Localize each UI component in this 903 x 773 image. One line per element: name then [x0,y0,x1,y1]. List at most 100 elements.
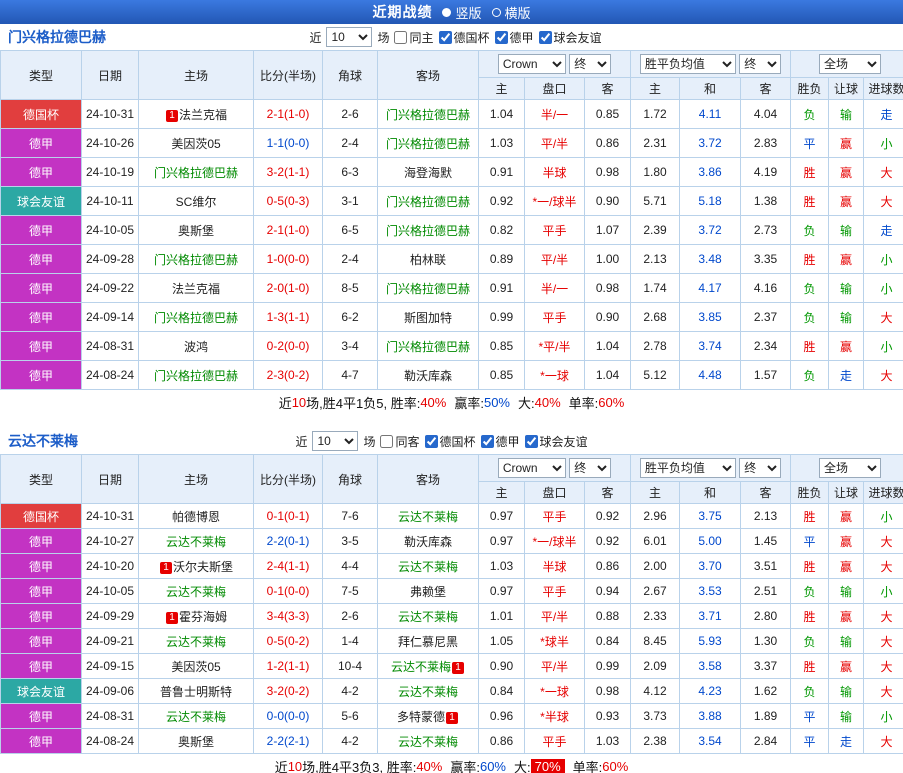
avg-select[interactable]: 胜平负均值 [639,458,736,478]
red-card-badge: 1 [165,611,178,624]
avg-draw-odds: 3.88 [679,703,742,729]
odds-final-select[interactable]: 终 [569,458,612,478]
match-type: 德甲 [0,302,82,332]
cup-checkbox[interactable] [424,434,438,448]
col-handicap-result: 让球 [828,77,865,100]
col-handicap: 盘口 [524,481,585,504]
match-row: 德国杯 24-10-31 帕德博恩 0-1(0-1) 7-6 云达不莱梅 0.97 平手 0.9… [0,503,903,529]
away-team: 门兴格拉德巴赫 [377,128,479,158]
odds-away: 1.07 [583,215,632,245]
friendly-filter[interactable]: 球会友谊 [538,29,602,46]
team-name: 奥斯堡 [177,734,214,749]
big-rate-label: 大: [514,759,531,773]
match-row: 德甲 24-08-24 奥斯堡 2-2(2-1) 4-2 云达不莱梅 0.86 平手 1.03 2… [0,728,903,754]
section-header-2: 云达不莱梅 近 10 场 同客 德国杯 德甲 球会友谊 [0,428,903,454]
avg-draw-odds: 3.86 [679,157,742,187]
col-goals-result: 进球数 [863,481,903,504]
col-away: 客场 [377,50,479,100]
match-score: 0-1(0-0) [253,578,323,604]
group-header-row: 类型 日期 主场 比分(半场) 角球 客场 Crown 终 胜平负均值 终 全场 [0,50,903,100]
match-date: 24-08-31 [81,331,139,361]
friendly-checkbox[interactable] [538,30,552,44]
match-type: 德甲 [0,528,82,554]
away-team: 门兴格拉德巴赫 [377,273,479,303]
avg-home-odds: 2.78 [630,331,681,361]
result-handicap: 赢 [828,186,865,216]
avg-draw-odds: 4.23 [679,678,742,704]
friendly-filter[interactable]: 球会友谊 [524,433,588,450]
team-name: 云达不莱梅 [397,559,458,574]
cup-filter[interactable]: 德国杯 [424,433,476,450]
home-team: 云达不莱梅 [138,528,254,554]
avg-final-select[interactable]: 终 [739,458,782,478]
avg-away-odds: 2.37 [740,302,792,332]
team-name: 门兴格拉德巴赫 [385,194,470,209]
league-filter[interactable]: 德甲 [494,29,534,46]
matches-body-2: 德国杯 24-10-31 帕德博恩 0-1(0-1) 7-6 云达不莱梅 0.97 平手 0.9… [0,503,903,754]
avg-select[interactable]: 胜平负均值 [639,54,736,74]
away-team: 斯图加特 [377,302,479,332]
filter-bar: 近 10 场 同主 德国杯 德甲 球会友谊 [106,27,805,47]
team-name: 门兴格拉德巴赫 [385,223,470,238]
odds-away: 0.94 [583,578,632,604]
odds-handicap: 平/半 [524,603,585,629]
home-team: 奥斯堡 [138,215,254,245]
result-goals: 大 [863,186,903,216]
col-avg-draw: 和 [679,77,742,100]
layout-vertical-radio[interactable]: 竖版 [442,3,482,22]
corner-count: 6-5 [322,215,378,245]
bookmaker-select[interactable]: Crown [497,54,566,74]
odds-handicap: *一/球半 [524,528,585,554]
friendly-checkbox[interactable] [524,434,538,448]
odds-handicap: *一球 [524,678,585,704]
league-filter[interactable]: 德甲 [480,433,520,450]
team-name: 沃尔夫斯堡 [172,559,233,574]
odds-away: 0.85 [583,99,632,129]
match-row: 德甲 24-08-31 波鸿 0-2(0-0) 3-4 门兴格拉德巴赫 0.85 *平/半 1.… [0,331,903,361]
same-venue-filter[interactable]: 同客 [380,433,420,450]
same-venue-filter[interactable]: 同主 [394,29,434,46]
league-checkbox[interactable] [494,30,508,44]
odds-final-select[interactable]: 终 [569,54,612,74]
avg-draw-odds: 3.72 [679,215,742,245]
team-name: 门兴格拉德巴赫 [385,339,470,354]
team-name: 奥斯堡 [177,223,214,238]
match-date: 24-09-14 [81,302,139,332]
team-name: 多特蒙德 [396,709,445,724]
odds-group-header: Crown 终 [477,50,632,78]
team-section-2: 云达不莱梅 近 10 场 同客 德国杯 德甲 球会友谊 类型 日期 主场 比分(… [0,428,903,773]
scope-select[interactable]: 全场 [819,54,882,74]
scope-select[interactable]: 全场 [819,458,882,478]
result-handicap: 输 [828,703,865,729]
avg-draw-odds: 5.18 [679,186,742,216]
cup-checkbox[interactable] [438,30,452,44]
bookmaker-select[interactable]: Crown [497,458,566,478]
same-venue-checkbox[interactable] [380,434,394,448]
same-venue-checkbox[interactable] [394,30,408,44]
cup-filter[interactable]: 德国杯 [438,29,490,46]
team-name: 美因茨05 [171,659,221,674]
corner-count: 1-4 [322,628,378,654]
match-score: 2-4(1-1) [253,553,323,579]
result-outcome: 负 [790,678,830,704]
layout-horizontal-radio[interactable]: 横版 [491,3,531,22]
avg-home-odds: 2.09 [630,653,681,679]
away-team: 云达不莱梅 [377,553,479,579]
match-row: 德甲 24-09-14 门兴格拉德巴赫 1-3(1-1) 6-2 斯图加特 0.99 平手 0.… [0,302,903,332]
match-count-select[interactable]: 10 [312,431,359,451]
team-name: SC维尔 [175,194,217,209]
avg-final-select[interactable]: 终 [739,54,782,74]
single-rate-label: 单率: [568,395,599,411]
odds-away: 0.86 [583,128,632,158]
avg-home-odds: 2.39 [630,215,681,245]
corner-count: 3-5 [322,528,378,554]
matches-body-1: 德国杯 24-10-31 1 法兰克福 2-1(1-0) 2-6 门兴格拉德巴赫 1.04 半/… [0,99,903,390]
league-checkbox[interactable] [480,434,494,448]
col-corner: 角球 [322,454,378,504]
match-count-select[interactable]: 10 [326,27,373,47]
home-team: 门兴格拉德巴赫 [138,244,254,274]
match-score: 1-2(1-1) [253,653,323,679]
odds-handicap: *半球 [524,703,585,729]
avg-away-odds: 1.89 [740,703,792,729]
match-date: 24-09-06 [81,678,139,704]
